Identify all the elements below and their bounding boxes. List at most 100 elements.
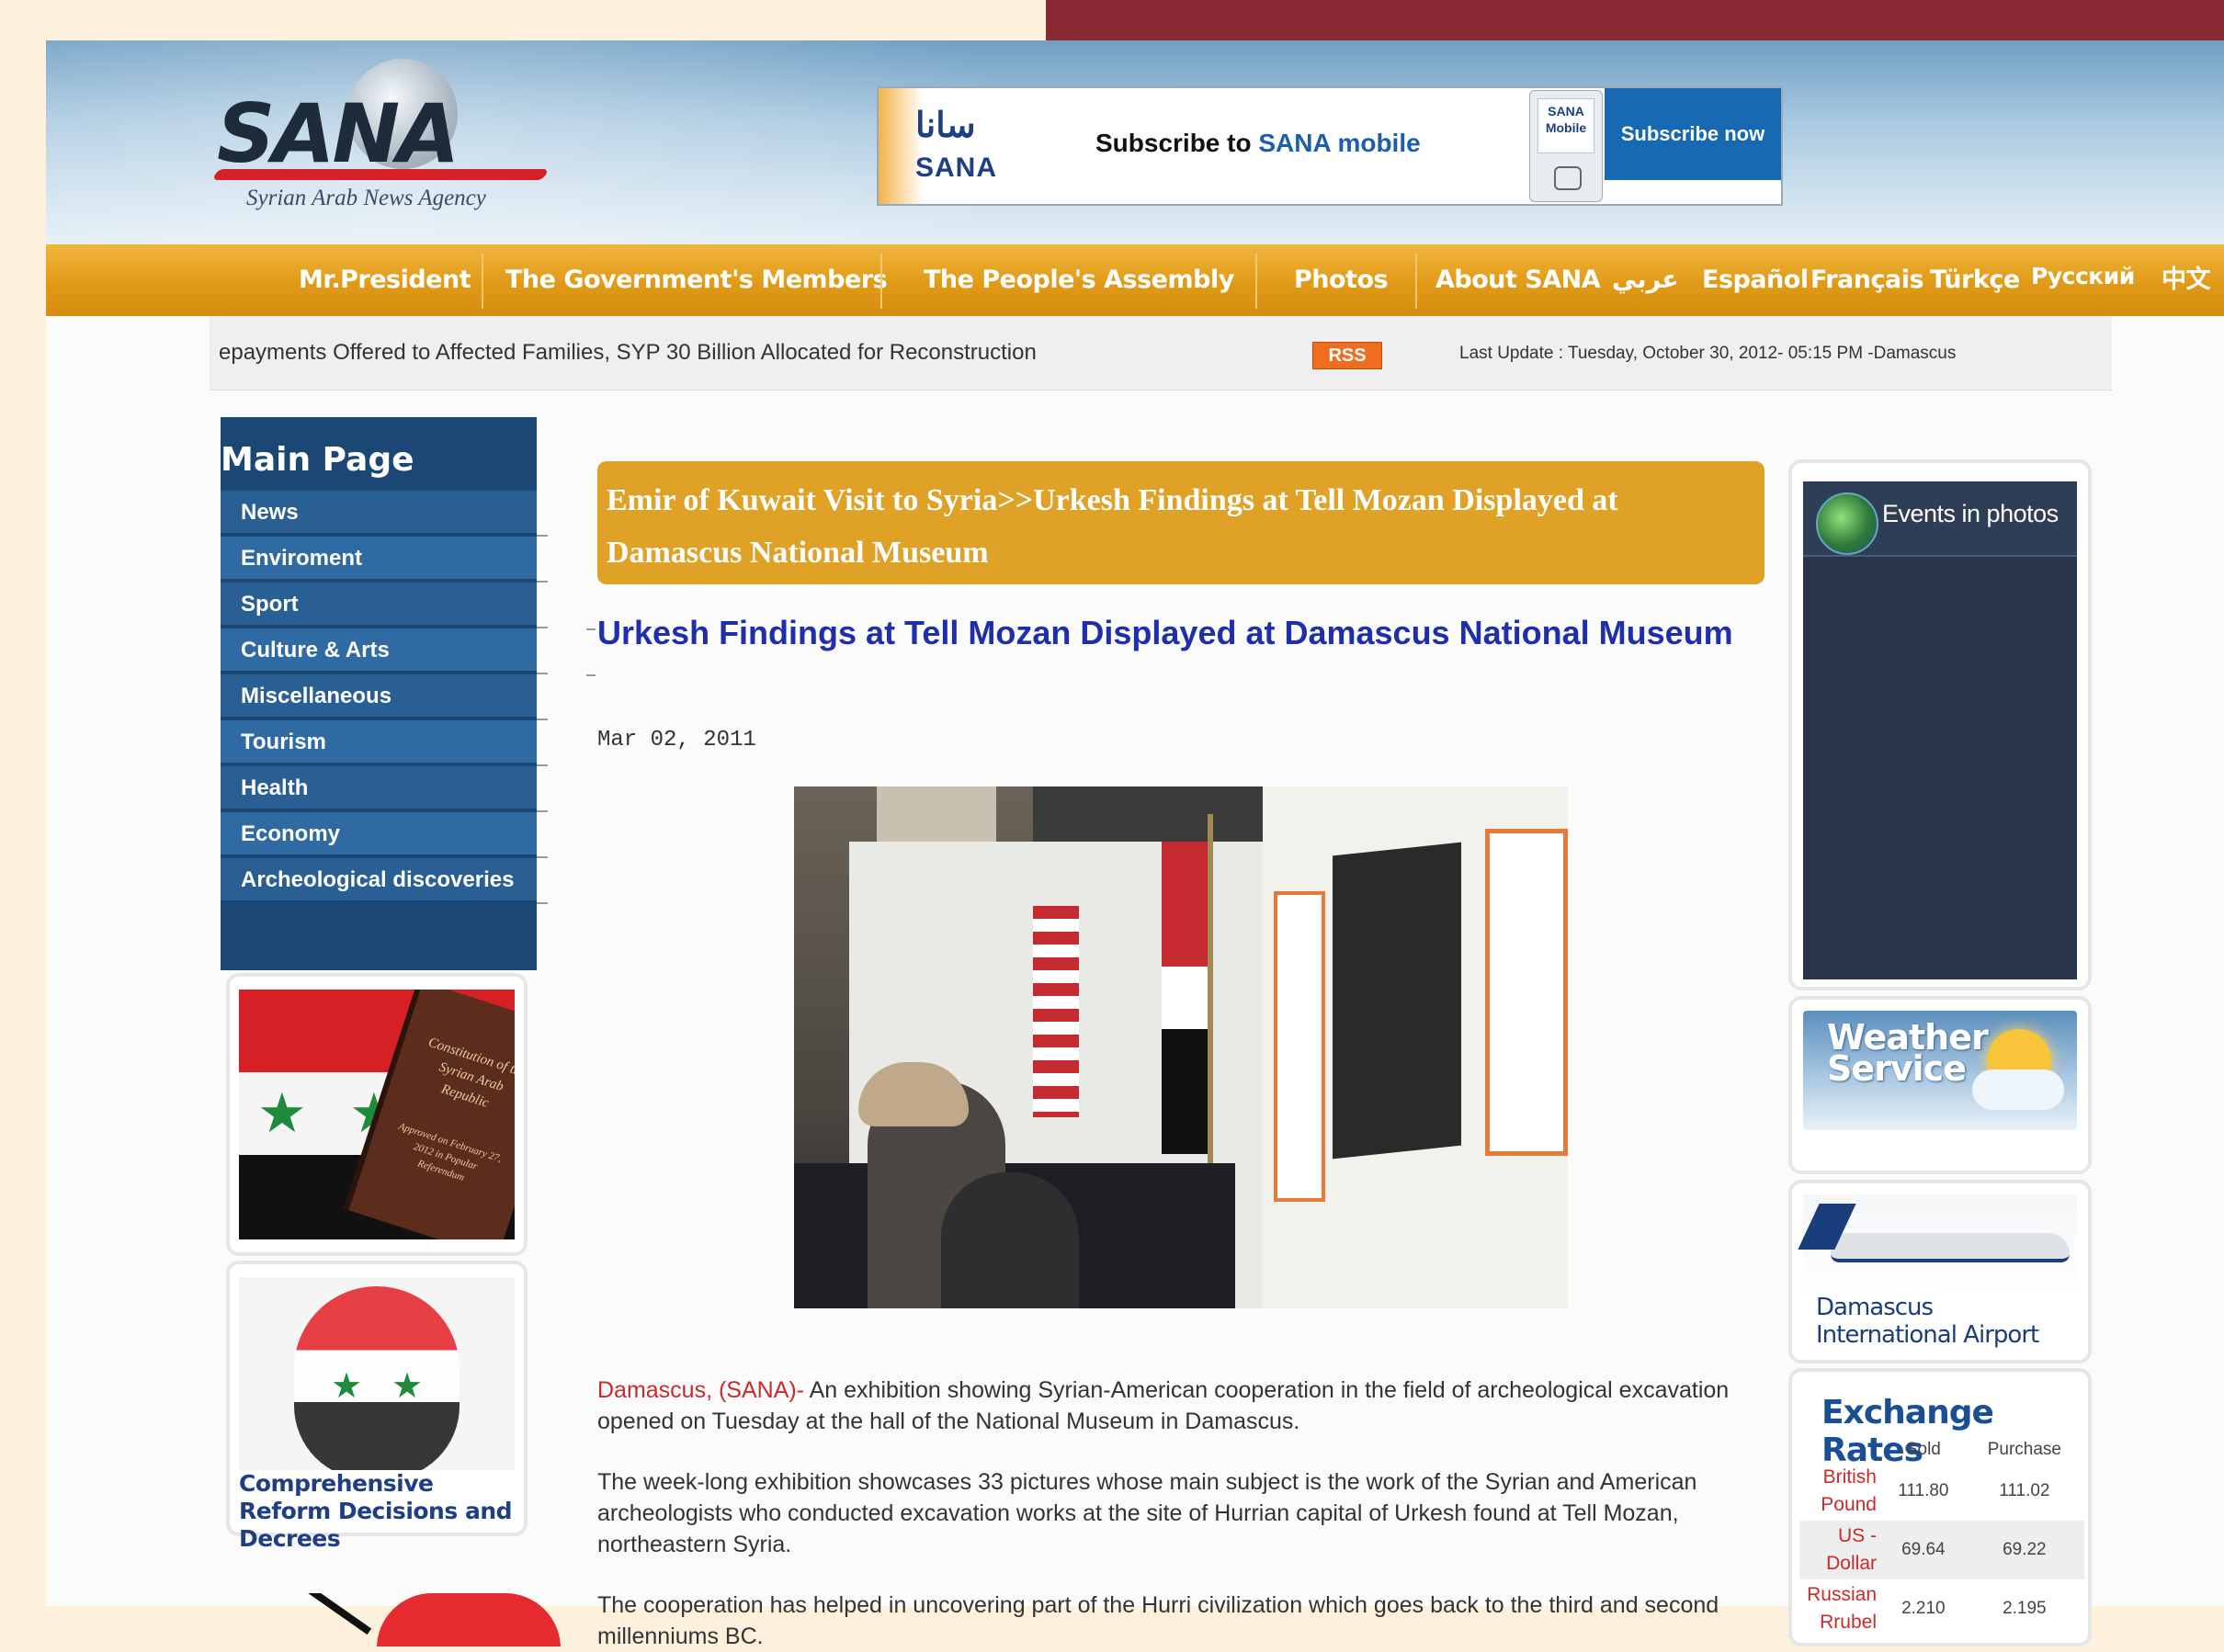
article-paragraph: The week-long exhibition showcases 33 pi… [597,1469,1697,1557]
rss-button[interactable]: RSS [1312,342,1382,369]
title-tick [586,674,596,676]
banner-logo-area: سانا SANA [879,88,1029,204]
currency-sold: 2.210 [1901,1599,1946,1618]
currency-purchase: 111.02 [1999,1481,2050,1500]
weather-image: Weather Service [1803,1011,2077,1130]
constitution-book-subtitle: Approved on February 27, 2012 in Popular… [397,1120,504,1183]
lang-french[interactable]: Français [1810,244,1924,316]
column-header-sold: Sold [1905,1440,1941,1459]
logo-swoosh [211,169,550,180]
events-in-photos[interactable]: Events in photos [1788,459,2092,990]
nav-separator [482,254,483,309]
menu-divider [537,856,548,858]
table-row: Russian Rrubel 2.210 2.195 [1799,1579,2084,1638]
table-row: US - Dollar 69.64 69.22 [1799,1521,2084,1579]
phone-home-button [1554,166,1582,190]
currency-sold: 111.80 [1898,1481,1949,1500]
thumb-flag [377,1593,561,1646]
airport-image: Damascus International Airport [1798,1194,2077,1354]
reform-caption: Comprehensive Reform Decisions and Decre… [239,1470,513,1552]
mobile-phone-icon: SANA Mobile [1529,90,1603,202]
star-icon: ★ [257,1082,307,1144]
sidebar-item-health[interactable]: Health [221,766,537,810]
subscribe-now-button[interactable]: Subscribe now [1605,88,1781,180]
lang-spanish[interactable]: Español [1702,244,1809,316]
nav-government-members[interactable]: The Government's Members [505,244,888,316]
sidebar-menu: Main Page News Enviroment Sport Culture … [221,417,537,970]
nav-photos[interactable]: Photos [1294,244,1389,316]
banner-text-highlight: SANA mobile [1258,129,1421,157]
last-update: Last Update : Tuesday, October 30, 2012-… [1459,344,1957,363]
photo-child [941,1172,1079,1308]
nav-about-sana[interactable]: About SANA [1435,244,1601,316]
sidebar-item-news[interactable]: News [221,491,537,535]
star-icon: ★ [331,1367,363,1406]
top-band [1046,0,2224,40]
bottom-banner-thumb[interactable] [239,1593,570,1646]
column-header-name [1799,1438,1882,1462]
constitution-book-title: Constitution of the Syrian Arab Republic [426,1035,515,1112]
article-paragraph: The cooperation has helped in uncovering… [597,1592,1719,1649]
menu-divider [537,673,548,674]
events-title[interactable]: Events in photos [1882,500,2059,528]
constitution-banner[interactable]: ★ ★ Constitution of the Syrian Arab Repu… [226,973,528,1256]
photo-exhibit-picture [1333,842,1461,1160]
menu-divider [537,627,548,628]
weather-service-banner[interactable]: Weather Service [1788,996,2092,1174]
reform-banner[interactable]: ★ ★ Comprehensive Reform Decisions and D… [226,1261,528,1552]
nav-separator [1255,254,1257,309]
nav-peoples-assembly[interactable]: The People's Assembly [924,244,1234,316]
thumb-stroke [299,1593,372,1635]
logo-text: SANA [217,86,460,181]
article-date: Mar 02, 2011 [597,728,756,752]
news-ticker: epayments Offered to Affected Families, … [210,316,2112,390]
nav-separator [880,254,882,309]
exchange-rates-table: Sold Purchase British Pound 111.80 111.0… [1799,1438,2084,1638]
banner-text-prefix: Subscribe to [1095,129,1259,157]
sidebar-item-sport[interactable]: Sport [221,583,537,627]
sidebar-item-economy[interactable]: Economy [221,812,537,856]
sidebar-item-culture-arts[interactable]: Culture & Arts [221,628,537,673]
currency-name: US - Dollar [1799,1521,1882,1579]
article-title: Urkesh Findings at Tell Mozan Displayed … [597,614,1733,651]
banner-arabic-logo: سانا [915,107,976,145]
banner-text: Subscribe to SANA mobile [1095,129,1421,158]
airport-banner[interactable]: Damascus International Airport [1788,1180,2092,1363]
sidebar-title[interactable]: Main Page [221,441,414,479]
currency-name: British Pound [1821,1466,1877,1515]
currency-name: Russian Rrubel [1807,1584,1877,1633]
lang-russian[interactable]: Русский [2031,241,2135,312]
nav-mr-president[interactable]: Mr.President [299,244,471,316]
sidebar-item-archeological[interactable]: Archeological discoveries [221,858,537,902]
airport-caption: Damascus International Airport [1816,1294,2039,1349]
weather-title: Weather Service [1827,1020,1989,1086]
logo-subtitle: Syrian Arab News Agency [246,186,486,210]
lang-turkish[interactable]: Türkçe [1930,244,2020,316]
globe-icon [1816,492,1878,555]
photo-exhibit-panel [1274,891,1325,1202]
lang-chinese[interactable]: 中文 [2162,244,2211,316]
star-icon: ★ [391,1367,424,1406]
menu-divider [537,810,548,812]
header: SANA Syrian Arab News Agency سانا SANA S… [46,40,2224,244]
table-row: British Pound 111.80 111.02 [1799,1462,2084,1521]
ticker-headline[interactable]: epayments Offered to Affected Families, … [219,340,1037,366]
article-paragraph: Damascus, (SANA)- An exhibition showing … [597,1375,1764,1437]
article-photo[interactable] [794,786,1568,1308]
weather-title-line2: Service [1827,1048,1967,1089]
sana-logo[interactable]: SANA Syrian Arab News Agency [208,59,603,243]
sidebar-item-miscellaneous[interactable]: Miscellaneous [221,674,537,719]
featured-headline[interactable]: Emir of Kuwait Visit to Syria>>Urkesh Fi… [597,461,1764,584]
featured-headline-text: Emir of Kuwait Visit to Syria>>Urkesh Fi… [607,483,1618,570]
events-header: Events in photos [1803,481,2077,557]
us-flag [1033,906,1079,1117]
syrian-flag [1162,842,1208,1154]
sidebar-item-tourism[interactable]: Tourism [221,720,537,764]
subscribe-banner[interactable]: سانا SANA Subscribe to SANA mobile SANA … [877,86,1783,206]
photo-exhibit-panel [1485,829,1568,1156]
menu-divider [537,902,548,904]
fingerprint-flag [294,1286,460,1470]
sidebar-item-environment[interactable]: Enviroment [221,537,537,581]
dateline: Damascus, (SANA)- [597,1377,805,1403]
lang-arabic[interactable]: عربي [1612,244,1679,316]
